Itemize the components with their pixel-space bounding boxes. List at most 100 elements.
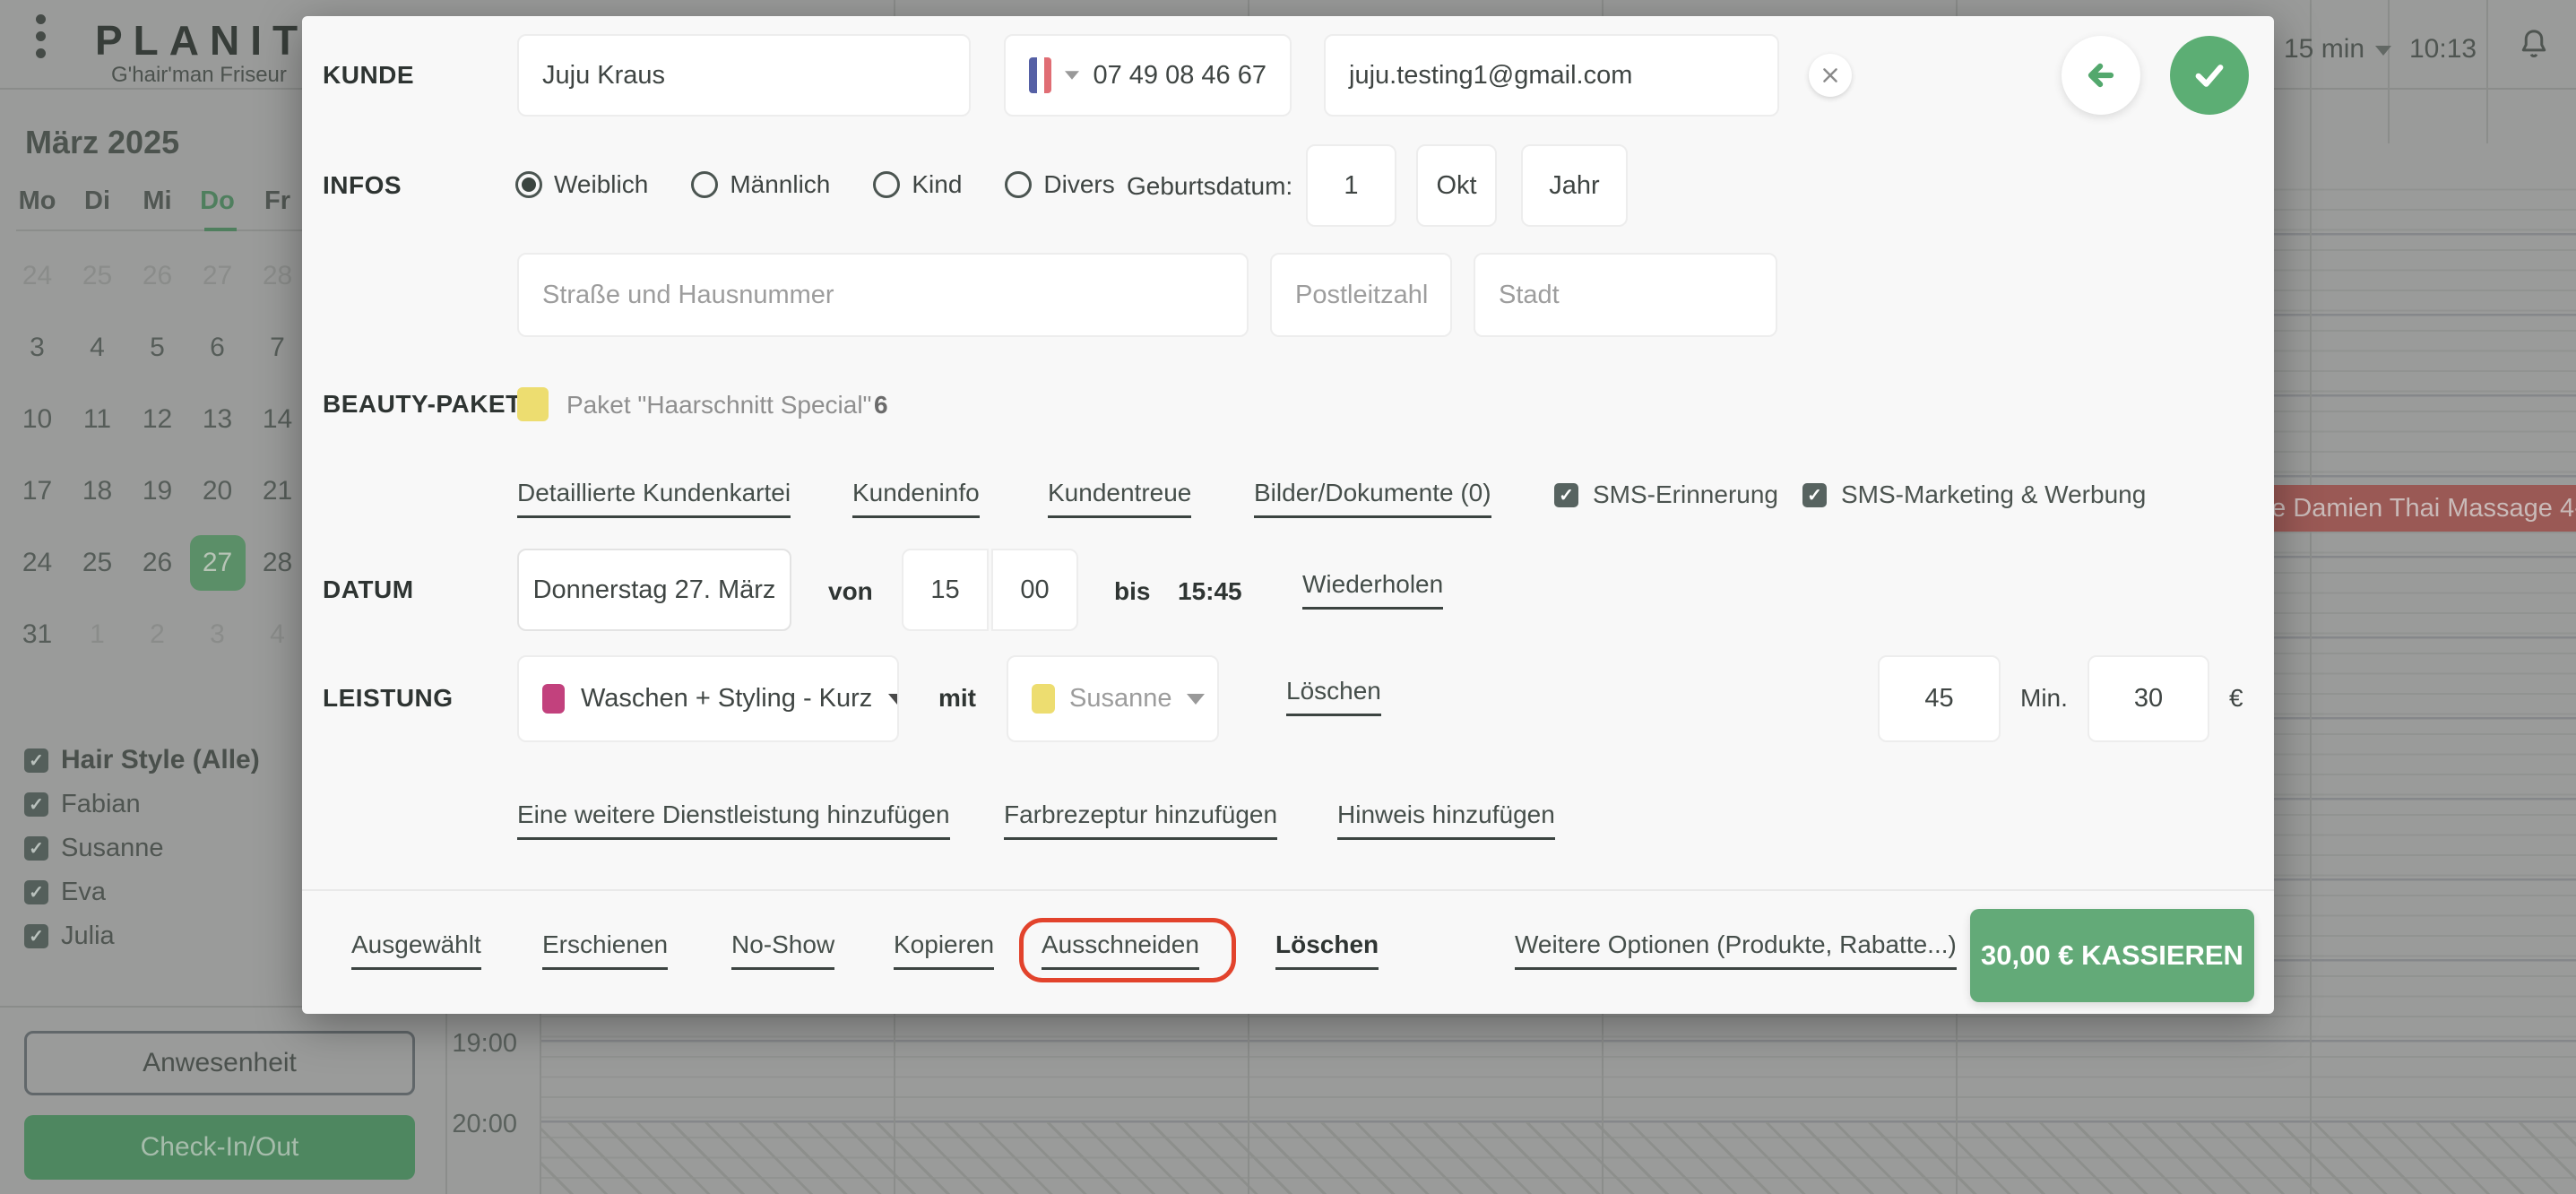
- pay-button[interactable]: 30,00 € KASSIEREN: [1970, 909, 2254, 1002]
- staff-filter-row[interactable]: ✓ Julia: [24, 921, 260, 950]
- bell-icon[interactable]: [2515, 25, 2553, 73]
- gender-radio-kind[interactable]: Kind: [873, 170, 962, 199]
- mini-calendar-day[interactable]: 6: [187, 312, 247, 384]
- mini-calendar-day[interactable]: 13: [187, 384, 247, 455]
- footer-copy-link[interactable]: Kopieren: [894, 930, 995, 970]
- staff-filter-row[interactable]: ✓ Hair Style (Alle): [24, 745, 260, 774]
- mini-calendar-day[interactable]: 19: [127, 455, 187, 527]
- mini-calendar-day[interactable]: 24: [7, 527, 67, 599]
- confirm-button[interactable]: [2170, 36, 2249, 115]
- interval-dropdown[interactable]: 15 min: [2284, 34, 2392, 65]
- menu-icon[interactable]: [36, 14, 46, 58]
- package-count: 6: [874, 391, 888, 419]
- mini-calendar-day[interactable]: 1: [67, 599, 127, 671]
- customer-email-input[interactable]: juju.testing1@gmail.com: [1324, 34, 1779, 117]
- mini-calendar-week: 24 25 26 27 28: [7, 240, 307, 312]
- mini-calendar-day[interactable]: 17: [7, 455, 67, 527]
- mini-calendar-day[interactable]: 27: [187, 240, 247, 312]
- start-hour-input[interactable]: 15: [902, 549, 989, 631]
- staff-color-swatch: [1032, 684, 1055, 714]
- checkbox-checked-icon: ✓: [24, 879, 48, 904]
- footer-more-options-link[interactable]: Weitere Optionen (Produkte, Rabatte...): [1515, 930, 1957, 970]
- mini-calendar-day[interactable]: 10: [7, 384, 67, 455]
- start-minute-input[interactable]: 00: [991, 549, 1078, 631]
- mini-calendar-day[interactable]: 5: [127, 312, 187, 384]
- kundentreue-link[interactable]: Kundentreue: [1048, 479, 1192, 518]
- gender-radio-männlich[interactable]: Männlich: [691, 170, 830, 199]
- kundenkartei-link[interactable]: Detaillierte Kundenkartei: [517, 479, 791, 518]
- staff-filter-row[interactable]: ✓ Fabian: [24, 790, 260, 818]
- mini-calendar-day[interactable]: 2: [127, 599, 187, 671]
- footer-delete-link[interactable]: Löschen: [1275, 930, 1379, 970]
- back-button[interactable]: [2062, 36, 2140, 115]
- add-service-link[interactable]: Eine weitere Dienstleistung hinzufügen: [517, 800, 950, 840]
- day-number: 26: [142, 548, 173, 577]
- sms-marketing-checkbox[interactable]: ✓ SMS-Marketing & Werbung: [1802, 480, 2146, 509]
- day-number: 28: [262, 548, 293, 577]
- service-dropdown[interactable]: Waschen + Styling - Kurz: [517, 655, 899, 742]
- day-header-mi: Mi: [143, 186, 172, 215]
- kundeninfo-link[interactable]: Kundeninfo: [852, 479, 980, 518]
- staff-filter-row[interactable]: ✓ Eva: [24, 878, 260, 906]
- birth-day-input[interactable]: 1: [1306, 144, 1396, 227]
- footer-selected-link[interactable]: Ausgewählt: [351, 930, 481, 970]
- birth-month-input[interactable]: Okt: [1416, 144, 1497, 227]
- mini-calendar-day[interactable]: 25: [67, 240, 127, 312]
- repeat-link[interactable]: Wiederholen: [1302, 570, 1444, 610]
- service-delete-link[interactable]: Löschen: [1286, 677, 1381, 716]
- date-input[interactable]: Donnerstag 27. März: [517, 549, 791, 631]
- mini-calendar-day[interactable]: 20: [187, 455, 247, 527]
- birth-year-input[interactable]: Jahr: [1521, 144, 1628, 227]
- beauty-label: BEAUTY-PAKETE: [323, 390, 539, 418]
- mini-calendar-day[interactable]: 24: [7, 240, 67, 312]
- mini-calendar-day[interactable]: 25: [67, 527, 127, 599]
- staff-filter-label: Fabian: [61, 789, 141, 818]
- dokumente-link[interactable]: Bilder/Dokumente (0): [1254, 479, 1491, 518]
- attendance-button[interactable]: Anwesenheit: [24, 1031, 415, 1095]
- add-color-recipe-link[interactable]: Farbrezeptur hinzufügen: [1004, 800, 1278, 840]
- checkinout-button[interactable]: Check-In/Out: [24, 1115, 415, 1180]
- add-note-link[interactable]: Hinweis hinzufügen: [1337, 800, 1555, 840]
- clear-customer-button[interactable]: [1809, 54, 1852, 97]
- mini-calendar-day[interactable]: 26: [127, 527, 187, 599]
- footer-appeared-link[interactable]: Erschienen: [542, 930, 669, 970]
- footer-noshow-link[interactable]: No-Show: [731, 930, 835, 970]
- gender-radio-weiblich[interactable]: Weiblich: [515, 170, 648, 199]
- mini-calendar-day[interactable]: 7: [247, 312, 307, 384]
- customer-name-input[interactable]: Juju Kraus: [517, 34, 971, 117]
- staff-dropdown[interactable]: Susanne: [1007, 655, 1219, 742]
- mini-calendar-week: 3 4 5 6 7: [7, 312, 307, 384]
- city-input[interactable]: Stadt: [1474, 253, 1777, 337]
- mini-calendar-day[interactable]: 28: [247, 240, 307, 312]
- mini-calendar-day[interactable]: 21: [247, 455, 307, 527]
- french-flag-icon[interactable]: [1029, 57, 1052, 93]
- mini-calendar-day[interactable]: 3: [187, 599, 247, 671]
- day-number: 24: [22, 548, 53, 577]
- duration-input[interactable]: 45: [1878, 655, 2001, 742]
- mini-calendar-day[interactable]: 14: [247, 384, 307, 455]
- mini-calendar-day[interactable]: 11: [67, 384, 127, 455]
- mini-calendar-day[interactable]: 12: [127, 384, 187, 455]
- mini-calendar-day[interactable]: 4: [67, 312, 127, 384]
- price-input[interactable]: 30: [2088, 655, 2209, 742]
- customer-phone-input[interactable]: 07 49 08 46 67: [1004, 34, 1292, 117]
- mini-calendar-day[interactable]: 18: [67, 455, 127, 527]
- staff-filter-row[interactable]: ✓ Susanne: [24, 834, 260, 862]
- zip-input[interactable]: Postleitzahl: [1270, 253, 1452, 337]
- footer-cut-link[interactable]: Ausschneiden: [1042, 930, 1199, 970]
- chevron-down-icon: [1065, 71, 1080, 80]
- street-input[interactable]: Straße und Hausnummer: [517, 253, 1249, 337]
- mini-calendar-day[interactable]: 4: [247, 599, 307, 671]
- gender-radio-divers[interactable]: Divers: [1005, 170, 1115, 199]
- appointment-modal: KUNDE Juju Kraus 07 49 08 46 67 juju.tes…: [302, 16, 2274, 1014]
- mini-calendar-day[interactable]: 26: [127, 240, 187, 312]
- sms-reminder-checkbox[interactable]: ✓ SMS-Erinnerung: [1554, 480, 1778, 509]
- mini-calendar-day-selected[interactable]: 27: [187, 527, 247, 599]
- day-header-mo: Mo: [18, 186, 56, 215]
- mini-calendar-day[interactable]: 3: [7, 312, 67, 384]
- clock: 10:13: [2409, 34, 2477, 64]
- mini-calendar-day[interactable]: 28: [247, 527, 307, 599]
- appointment-chip[interactable]: de Damien Thai Massage 4-...: [2244, 485, 2576, 532]
- mini-calendar-day[interactable]: 31: [7, 599, 67, 671]
- chevron-down-icon: [888, 693, 897, 705]
